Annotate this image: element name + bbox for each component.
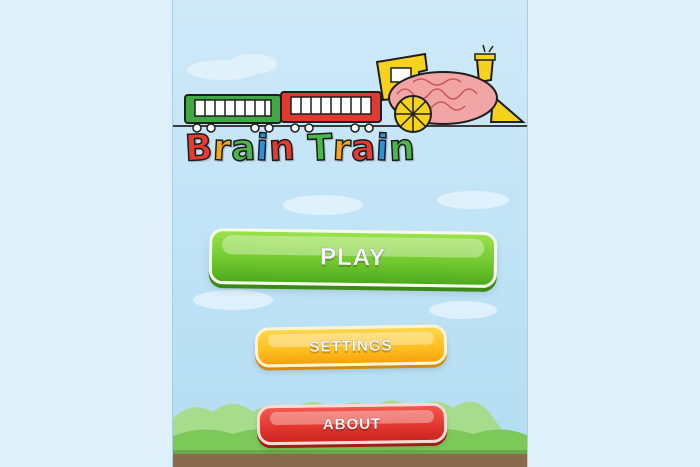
settings-button-label: SETTINGS <box>309 336 393 356</box>
app-window: Brain Train PLAY SETTINGS ABOUT <box>0 0 700 467</box>
about-button-label: ABOUT <box>322 415 382 433</box>
logo-letter: a <box>229 127 258 171</box>
left-margin <box>0 0 172 467</box>
logo-letter: T <box>306 127 335 171</box>
logo-letter: n <box>267 127 297 171</box>
logo-letter: a <box>350 127 378 171</box>
game-screen: Brain Train PLAY SETTINGS ABOUT <box>172 0 528 467</box>
game-title-logo: Brain Train <box>183 127 527 171</box>
right-margin <box>528 0 700 467</box>
play-button-label: PLAY <box>319 243 387 272</box>
play-button[interactable]: PLAY <box>208 227 498 289</box>
logo-letter: B <box>183 127 215 171</box>
logo-letter: n <box>387 127 417 171</box>
settings-button[interactable]: SETTINGS <box>254 324 448 368</box>
about-button[interactable]: ABOUT <box>256 402 448 446</box>
